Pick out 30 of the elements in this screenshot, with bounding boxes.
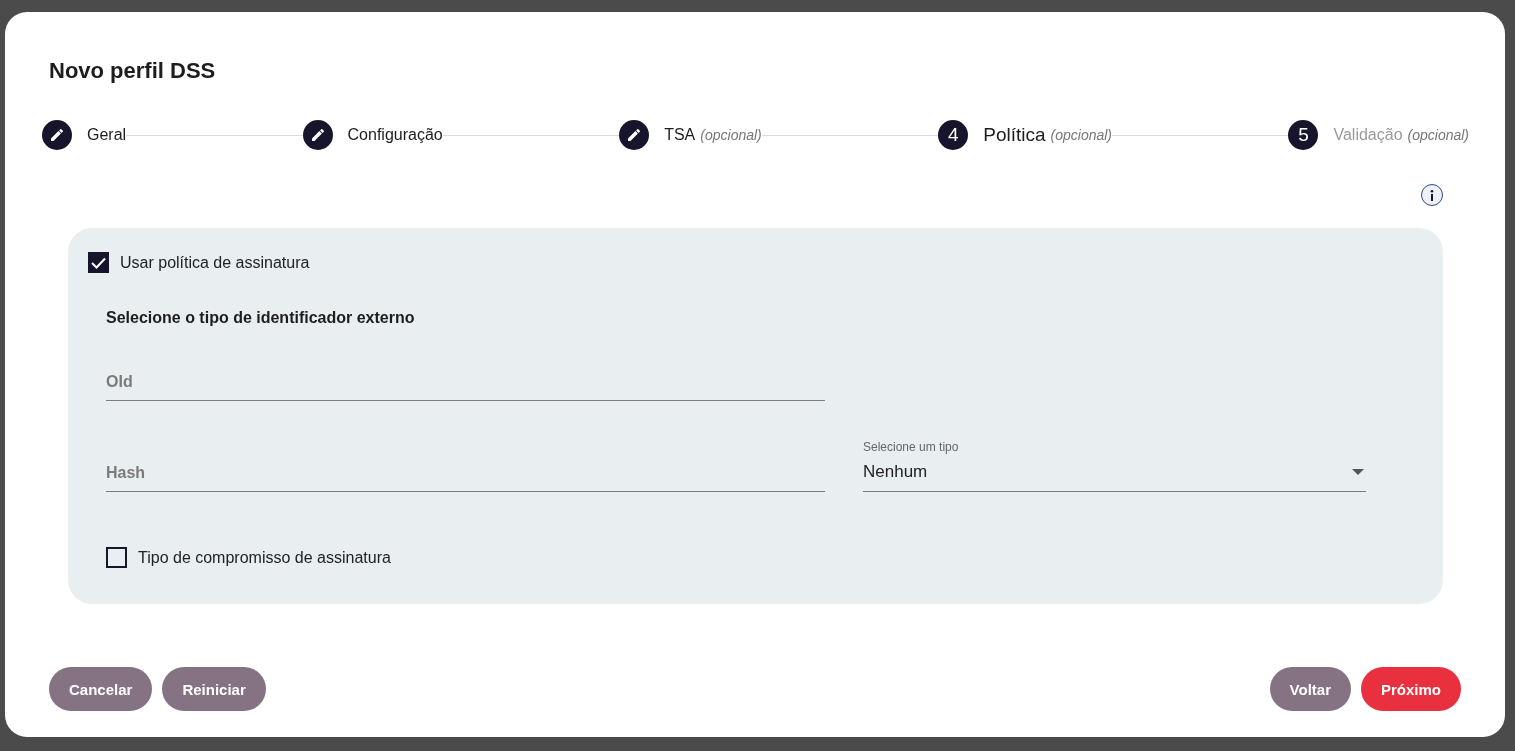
select-value: Nenhum	[863, 462, 928, 482]
step-edit-icon[interactable]	[302, 120, 333, 150]
checkbox[interactable]	[106, 547, 127, 568]
oid-input-field[interactable]: OId	[106, 365, 825, 401]
hash-type-select[interactable]: Selecione um tipo Nenhum	[863, 440, 1366, 492]
info-icon[interactable]	[1421, 184, 1443, 206]
step-label: Geral	[87, 126, 127, 144]
section-heading: Selecione o tipo de identificador externo	[106, 309, 416, 327]
dialog-button[interactable]: Voltar	[1269, 667, 1351, 711]
step-edit-icon[interactable]	[619, 120, 650, 150]
step-label: Política	[983, 124, 1046, 146]
select-floating-label: Selecione um tipo	[863, 440, 960, 454]
dropdown-caret-icon	[1352, 469, 1364, 475]
dialog-button[interactable]: Reiniciar	[162, 667, 266, 711]
step-number: 5	[1288, 120, 1319, 150]
step-label: Configuração	[347, 126, 443, 144]
hash-input-field[interactable]: Hash	[106, 456, 825, 492]
step-edit-icon[interactable]	[42, 120, 72, 150]
checkbox[interactable]	[88, 252, 109, 273]
step-label: TSA	[664, 126, 696, 144]
optional-label: (opcional)	[1407, 127, 1470, 143]
checkbox-label: Tipo de compromisso de assinatura	[138, 548, 391, 567]
step-label: Validação	[1333, 126, 1403, 144]
checkbox-label: Usar política de assinatura	[120, 253, 310, 272]
optional-label: (opcional)	[700, 127, 762, 143]
optional-label: (opcional)	[1050, 127, 1112, 143]
dialog-button[interactable]: Cancelar	[49, 667, 153, 711]
step-number: 4	[938, 120, 969, 150]
next-button[interactable]: Próximo	[1361, 667, 1461, 711]
dialog-title: Novo perfil DSS	[49, 58, 217, 84]
